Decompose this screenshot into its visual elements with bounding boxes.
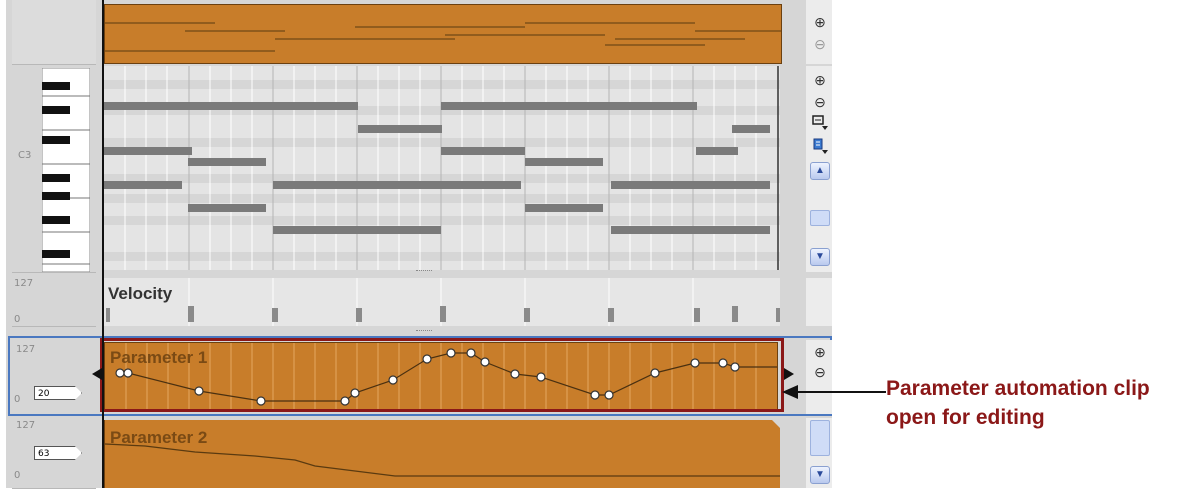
param2-value-field[interactable]: 63 (34, 446, 82, 460)
note-grid-canvas (104, 66, 780, 270)
fit-vertical-icon[interactable] (812, 138, 828, 156)
velocity-max-label: 127 (14, 278, 34, 289)
playhead-line[interactable] (102, 0, 104, 488)
editor-panel: ⊕ ⊖ C3 ⊕ ⊖ ▲ ▼ 127 0 Velocity 127 0 20 P… (6, 0, 832, 489)
param1-selection-highlight (100, 338, 784, 412)
param2-scroll-thumb[interactable] (810, 420, 830, 456)
param1-max-label: 127 (16, 344, 36, 355)
fit-horizontal-icon[interactable] (812, 114, 828, 132)
note-grid[interactable] (104, 66, 780, 270)
param1-zoom-out-icon[interactable]: ⊖ (812, 364, 828, 380)
overview-clip[interactable] (104, 4, 782, 64)
overview-mini-notes (105, 22, 781, 52)
velocity-bars (106, 278, 780, 326)
param1-clip-left-handle-icon[interactable] (92, 368, 102, 380)
param2-scroll-down-button[interactable]: ▼ (810, 466, 830, 484)
piano-zoom-out-icon[interactable]: ⊖ (812, 94, 828, 110)
piano-keyboard[interactable] (42, 68, 90, 272)
piano-scroll-thumb[interactable] (810, 210, 830, 226)
piano-scroll-down-button[interactable]: ▼ (810, 248, 830, 266)
resize-grip[interactable] (416, 270, 432, 275)
param1-min-label: 0 (14, 394, 21, 405)
overview-controls (806, 0, 832, 64)
param2-title: Parameter 2 (110, 428, 208, 447)
piano-scroll-up-button[interactable]: ▲ (810, 162, 830, 180)
overview-header (12, 0, 96, 65)
param2-max-label: 127 (16, 420, 36, 431)
param1-value-field[interactable]: 20 (34, 386, 82, 400)
note-label-c3: C3 (18, 150, 32, 161)
overview-zoom-out-icon[interactable]: ⊖ (812, 36, 828, 52)
param1-clip-right-handle-icon[interactable] (784, 368, 794, 380)
callout-arrow (782, 385, 886, 399)
velocity-title: Velocity (108, 284, 173, 303)
overview-zoom-in-icon[interactable]: ⊕ (812, 14, 828, 30)
callout-text: Parameter automation clip open for editi… (886, 377, 1150, 429)
velocity-lane[interactable] (104, 278, 780, 326)
param2-min-label: 0 (14, 470, 21, 481)
piano-zoom-in-icon[interactable]: ⊕ (812, 72, 828, 88)
param1-zoom-in-icon[interactable]: ⊕ (812, 344, 828, 360)
resize-grip-2[interactable] (416, 330, 432, 335)
velocity-min-label: 0 (14, 314, 21, 325)
velocity-controls (806, 278, 832, 326)
